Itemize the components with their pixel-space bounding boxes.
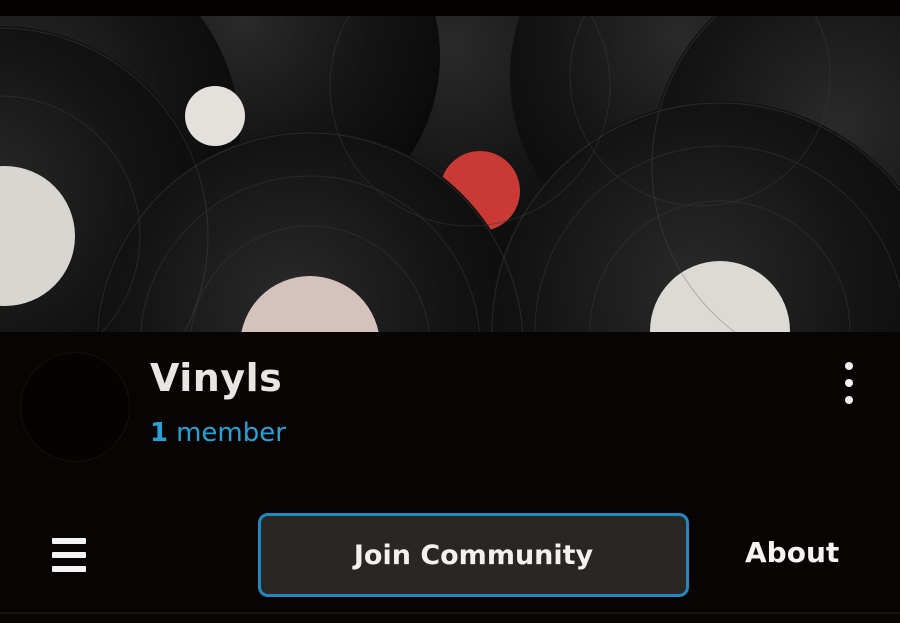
more-dot: [845, 362, 853, 370]
more-dot: [845, 396, 853, 404]
more-options-icon[interactable]: [834, 362, 864, 404]
join-community-button[interactable]: Join Community: [258, 513, 689, 597]
about-link[interactable]: About: [745, 536, 839, 569]
menu-bar: [52, 552, 86, 558]
divider: [0, 612, 900, 614]
member-count: 1: [150, 418, 169, 448]
menu-bar: [52, 538, 86, 544]
community-avatar[interactable]: [20, 352, 130, 462]
community-name: Vinyls: [150, 356, 283, 400]
member-count-link[interactable]: 1 member: [150, 418, 286, 448]
top-strip: [0, 0, 900, 16]
community-banner-image: [0, 16, 900, 332]
menu-bar: [52, 566, 86, 572]
member-label: member: [176, 418, 286, 448]
more-dot: [845, 379, 853, 387]
hamburger-menu-icon[interactable]: [52, 538, 88, 572]
